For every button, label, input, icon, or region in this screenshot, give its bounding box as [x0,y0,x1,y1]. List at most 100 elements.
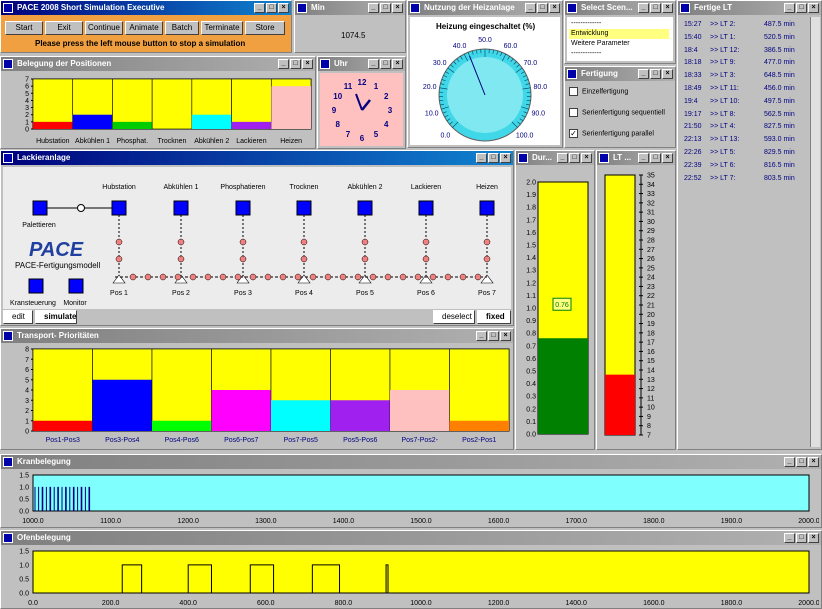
transport-node [444,273,452,281]
fertigung-option[interactable]: Einzelfertigung [569,87,628,99]
station-box [357,200,373,216]
scenario-list[interactable]: ------------- Entwicklung Weitere Paramete… [567,17,673,61]
sim-button-store[interactable]: Store [245,21,285,35]
minimize-button[interactable]: _ [638,153,649,163]
close-button[interactable]: × [392,59,403,69]
y-tick-label: 28 [647,238,655,245]
maximize-button[interactable]: □ [796,533,807,543]
app-icon [3,3,13,13]
maximize-button[interactable]: □ [488,153,499,163]
maximize-button[interactable]: □ [796,457,807,467]
lt-cell: 520.5 min [764,33,795,41]
station-label: Abkühlen 2 [347,184,382,191]
minimize-button[interactable]: _ [278,59,289,69]
lt-cell: 18:49 [684,85,702,92]
y-tick-label: 1.3 [526,268,536,275]
maximize-button[interactable]: □ [650,153,661,163]
scenario-item[interactable]: ------------- [569,49,669,59]
scenario-item[interactable]: Entwicklung [569,29,669,39]
maximize-button[interactable]: □ [650,69,661,79]
edit-button[interactable]: edit [3,310,33,324]
y-tick-label: 1.0 [19,485,29,492]
lt-row: 19:4 >> LT 10: 497.5 min [684,98,814,110]
minimize-button[interactable]: _ [638,69,649,79]
y-tick-label: 7 [647,433,651,440]
y-tick-label: 0.4 [526,381,536,388]
x-tick-label: 1800.0 [721,600,743,607]
y-tick-label: 1.1 [526,293,536,300]
bar-label: Pos2-Pos1 [462,437,496,444]
clock-pane: 12 1 2 3 4 5 6 7 8 9 10 11 [320,73,403,146]
maximize-button[interactable]: □ [380,3,391,13]
maximize-button[interactable]: □ [290,59,301,69]
simulate-button[interactable]: simulate [35,310,77,324]
close-button[interactable]: × [808,457,819,467]
maximize-button[interactable]: □ [380,59,391,69]
window-icon [297,3,307,13]
scenario-item[interactable]: Weitere Parameter [569,39,669,49]
y-tick-label: 11 [647,395,654,402]
select-title: Select Scen... [581,3,633,12]
close-button[interactable]: × [808,3,819,13]
minimize-button[interactable]: _ [784,3,795,13]
close-button[interactable]: × [500,153,511,163]
close-button[interactable]: × [392,3,403,13]
close-button[interactable]: × [278,3,289,13]
minimize-button[interactable]: _ [638,3,649,13]
maximize-button[interactable]: □ [537,3,548,13]
minimize-button[interactable]: _ [557,153,568,163]
bar [112,121,153,129]
sim-button-continue[interactable]: Continue [85,21,123,35]
fertigung-option[interactable]: ✓ Serienfertigung parallel [569,129,654,141]
lt-row: 22:39 >> LT 6: 816.5 min [684,162,814,174]
close-button[interactable]: × [549,3,560,13]
y-tick-label: 0.7 [526,343,536,350]
clock-number: 4 [384,120,389,129]
sim-button-batch[interactable]: Batch [165,21,199,35]
close-button[interactable]: × [500,331,511,341]
deselect-button[interactable]: deselect [433,310,475,324]
y-tick-label: 8 [647,423,651,430]
fixed-button[interactable]: fixed [477,310,511,324]
maximize-button[interactable]: □ [569,153,580,163]
close-button[interactable]: × [302,59,313,69]
minimize-button[interactable]: _ [784,457,795,467]
close-button[interactable]: × [581,153,592,163]
checkbox[interactable] [569,108,578,117]
minimize-button[interactable]: _ [784,533,795,543]
dur-value-label: 0.76 [555,302,569,309]
checkbox[interactable]: ✓ [569,129,578,138]
checkbox[interactable] [569,87,578,96]
fertigung-option[interactable]: Serienfertigung sequentiell [569,108,665,120]
station-node [361,255,369,263]
transport-node [354,273,362,281]
maximize-button[interactable]: □ [796,3,807,13]
minimize-button[interactable]: _ [254,3,265,13]
maximize-button[interactable]: □ [266,3,277,13]
scrollbar[interactable] [810,17,820,447]
bar-label: Pos1-Pos3 [46,437,80,444]
minimize-button[interactable]: _ [368,59,379,69]
maximize-button[interactable]: □ [488,331,499,341]
minimize-button[interactable]: _ [476,331,487,341]
scenario-item[interactable]: ------------- [569,19,669,29]
close-button[interactable]: × [662,153,673,163]
sim-button-animate[interactable]: Animate [125,21,163,35]
minimize-button[interactable]: _ [525,3,536,13]
sim-button-start[interactable]: Start [5,21,43,35]
transport-titlebar: Transport- Prioritäten _ □ × [1,329,513,343]
maximize-button[interactable]: □ [650,3,661,13]
close-button[interactable]: × [662,69,673,79]
gauge-tick-label: 90.0 [531,110,545,117]
sim-button-terminate[interactable]: Terminate [201,21,243,35]
main-title: PACE 2008 Short Simulation Executive [17,3,165,12]
y-tick-label: 0.0 [19,509,29,516]
minimize-button[interactable]: _ [368,3,379,13]
window-icon [3,457,13,467]
close-button[interactable]: × [662,3,673,13]
y-tick-label: 5 [25,377,29,384]
close-button[interactable]: × [808,533,819,543]
minimize-button[interactable]: _ [476,153,487,163]
sim-button-exit[interactable]: Exit [45,21,83,35]
bar [449,420,509,431]
